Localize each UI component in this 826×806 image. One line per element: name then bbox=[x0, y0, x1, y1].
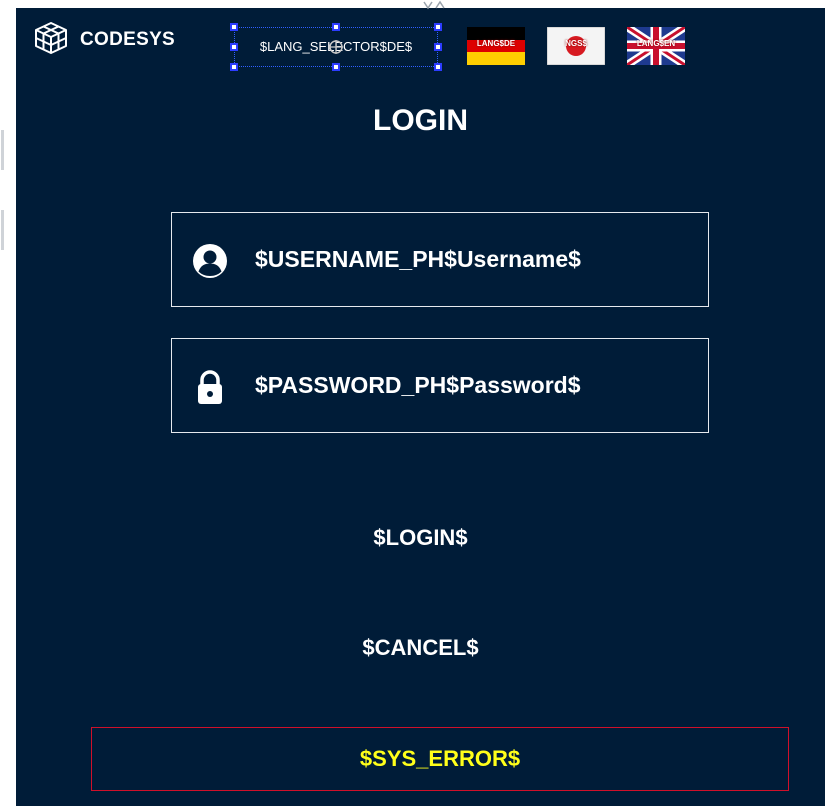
selection-handle[interactable] bbox=[434, 63, 442, 71]
flag-label-jp: NGS$ bbox=[565, 39, 587, 48]
flag-label-en: LANG$EN bbox=[636, 39, 676, 48]
selection-handle[interactable] bbox=[332, 23, 340, 31]
login-canvas: CODESYS $LANG_SELECTOR$DE$ LANG$DE bbox=[16, 8, 825, 806]
flag-button-de[interactable]: LANG$DE bbox=[467, 27, 525, 65]
selection-handle[interactable] bbox=[230, 23, 238, 31]
selection-handle[interactable] bbox=[332, 63, 340, 71]
error-message-text: $SYS_ERROR$ bbox=[359, 746, 521, 771]
login-title: LOGIN bbox=[373, 104, 468, 137]
logo-text: CODESYS bbox=[80, 29, 176, 50]
header: CODESYS $LANG_SELECTOR$DE$ LANG$DE bbox=[16, 8, 825, 88]
username-field-text: $USERNAME_PH$Username$ bbox=[255, 246, 581, 272]
logo: CODESYS bbox=[28, 20, 175, 60]
error-message-box: $SYS_ERROR$ bbox=[91, 727, 789, 791]
selection-handle[interactable] bbox=[434, 43, 442, 51]
username-field[interactable]: $USERNAME_PH$Username$ bbox=[171, 212, 709, 307]
selection-handle[interactable] bbox=[230, 63, 238, 71]
flag-label-de: LANG$DE bbox=[476, 39, 516, 48]
flag-button-en[interactable]: LANG$EN bbox=[627, 27, 685, 65]
left-edge-marks bbox=[1, 130, 4, 250]
password-field[interactable]: $PASSWORD_PH$Password$ bbox=[171, 338, 709, 433]
password-field-text: $PASSWORD_PH$Password$ bbox=[255, 372, 581, 398]
flag-button-jp[interactable]: NGS$ bbox=[547, 27, 605, 65]
cancel-button[interactable]: $CANCEL$ bbox=[16, 635, 825, 661]
scroll-up-indicator-icon bbox=[423, 0, 445, 10]
selection-handle[interactable] bbox=[434, 23, 442, 31]
login-button[interactable]: $LOGIN$ bbox=[16, 525, 825, 551]
selection-handle[interactable] bbox=[230, 43, 238, 51]
codesys-cube-logo-icon bbox=[35, 22, 67, 54]
user-icon bbox=[193, 244, 227, 278]
lock-icon bbox=[198, 370, 222, 404]
crosshair-icon bbox=[329, 40, 343, 54]
